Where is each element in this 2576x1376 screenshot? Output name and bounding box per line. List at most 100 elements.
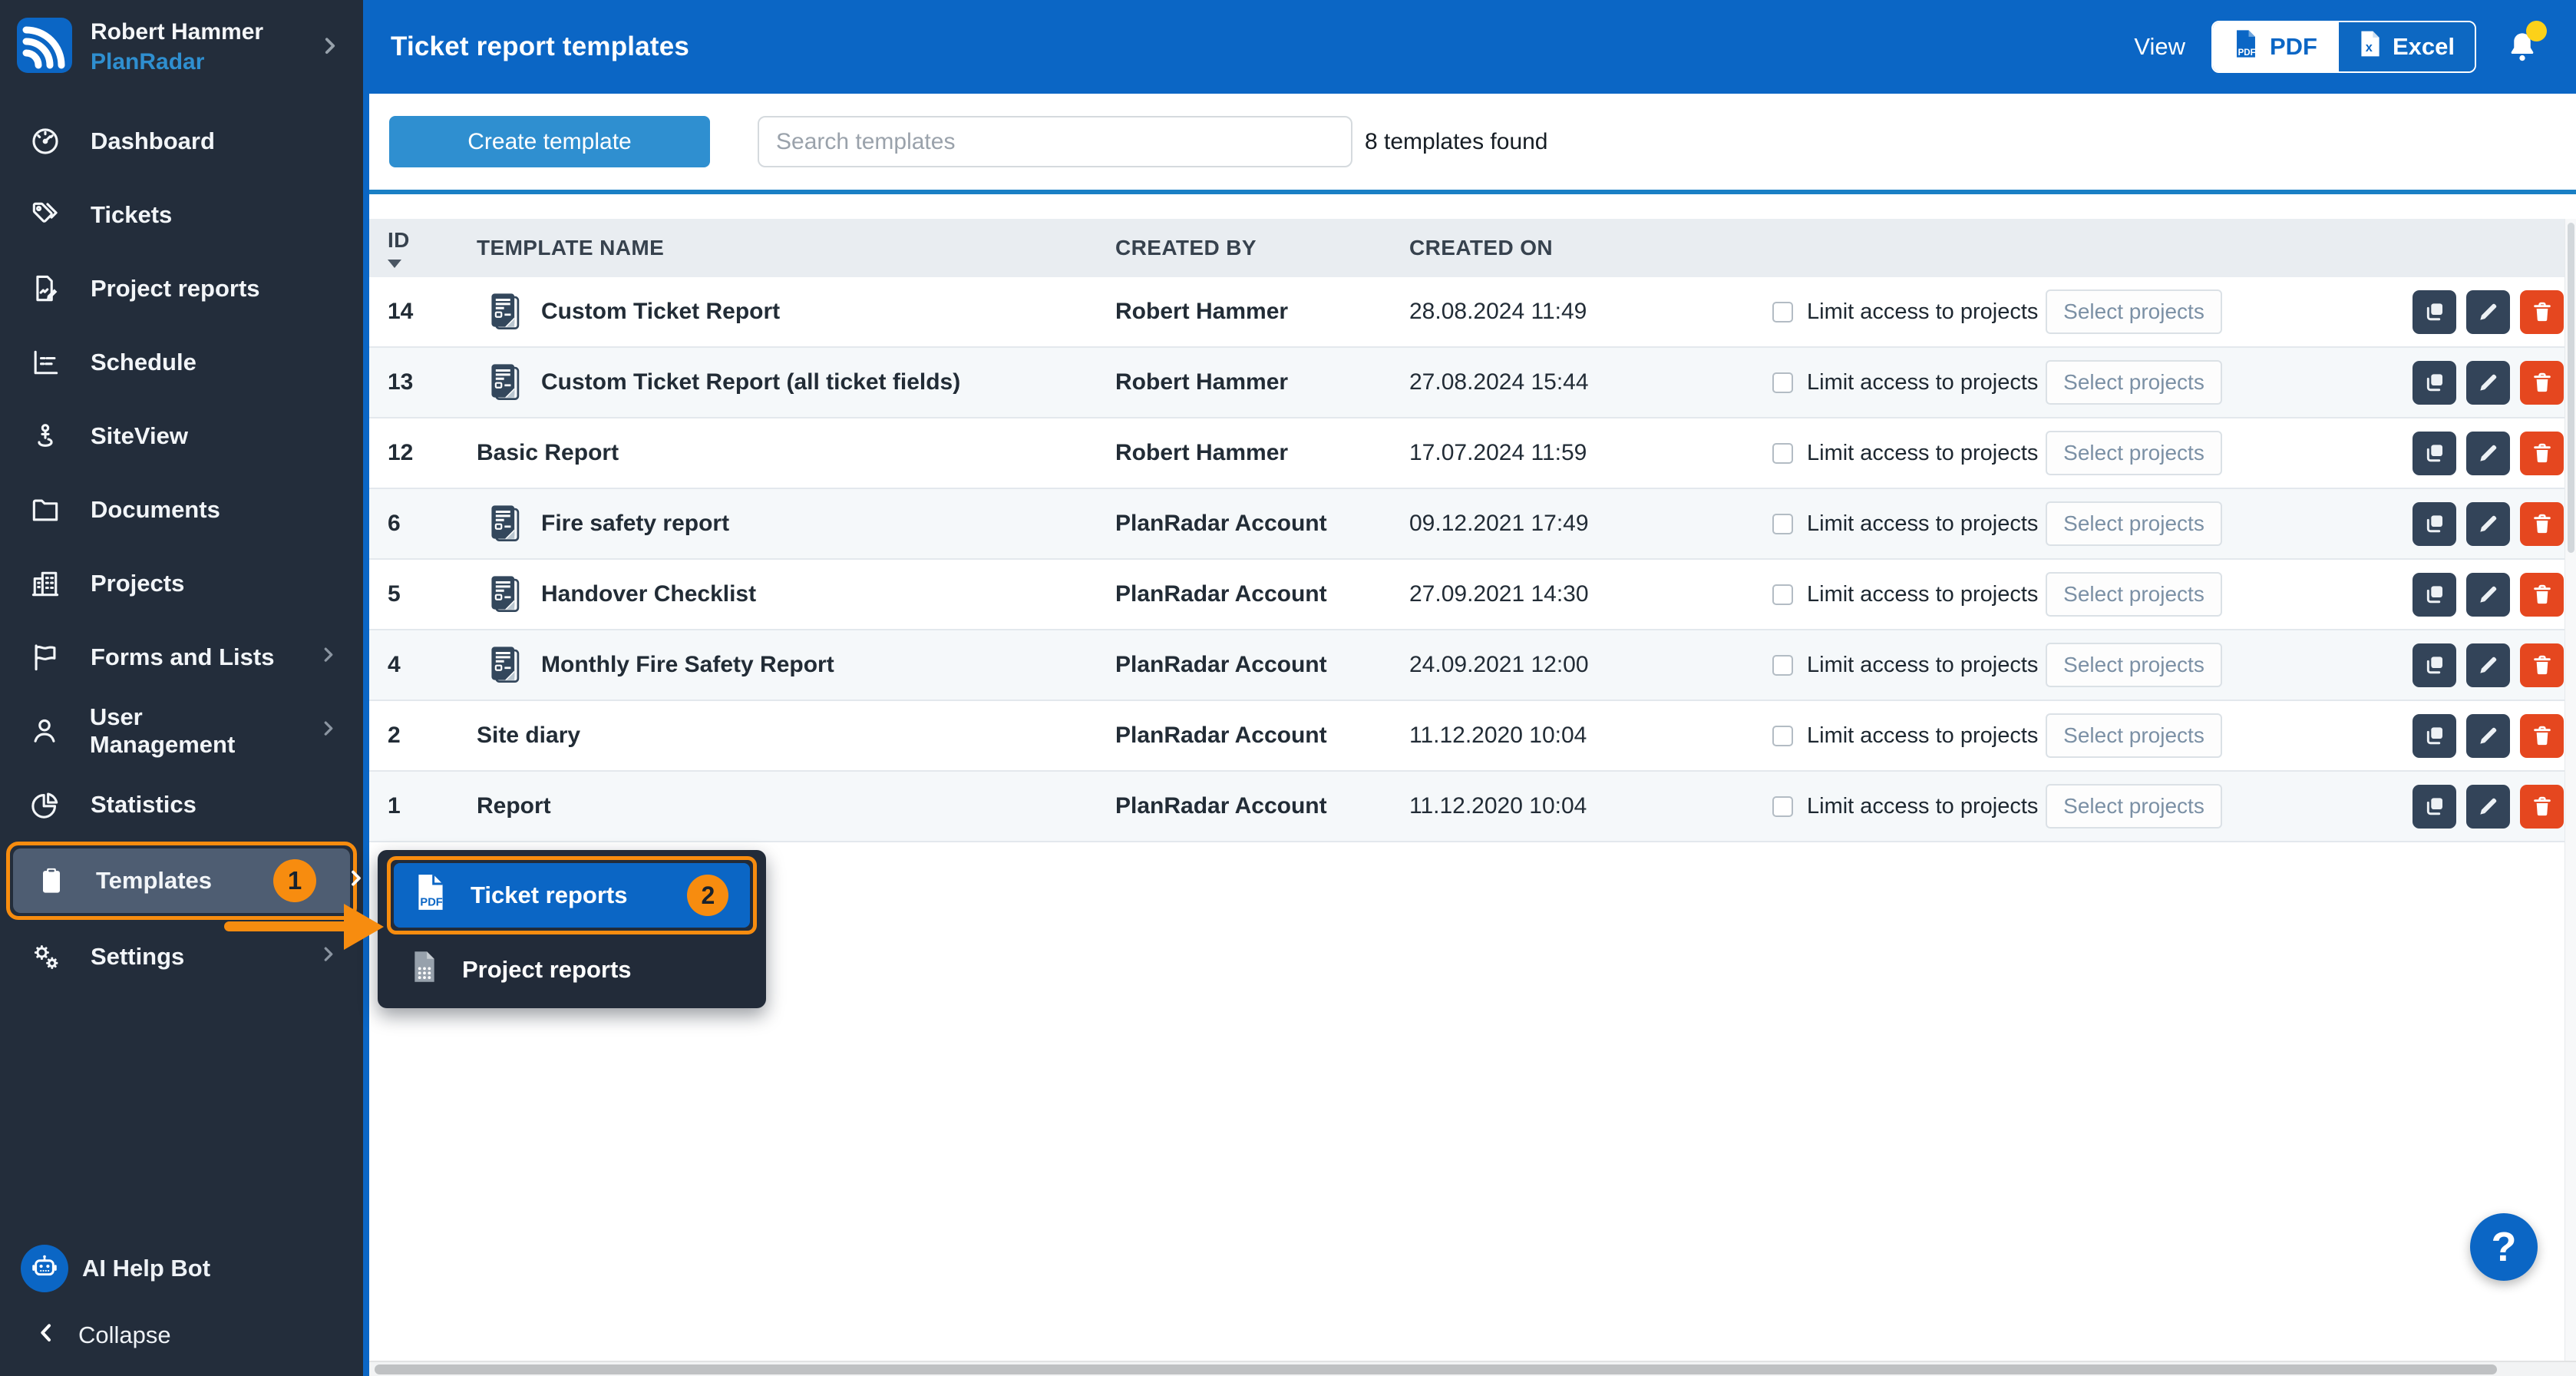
select-projects-button[interactable]: Select projects (2046, 501, 2222, 546)
limit-access-checkbox[interactable] (1772, 302, 1793, 322)
row-id: 12 (369, 440, 477, 466)
edit-button[interactable] (2466, 290, 2510, 334)
trash-icon (2530, 794, 2555, 819)
select-projects-button[interactable]: Select projects (2046, 572, 2222, 617)
table-row: 1 Report PlanRadar Account 11.12.2020 10… (369, 772, 2576, 842)
row-id: 14 (369, 299, 477, 325)
row-id: 4 (369, 652, 477, 678)
select-projects-button[interactable]: Select projects (2046, 431, 2222, 475)
ai-help-bot-button[interactable]: AI Help Bot (0, 1232, 363, 1305)
row-id: 1 (369, 793, 477, 819)
select-projects-button[interactable]: Select projects (2046, 289, 2222, 334)
column-header-created-by[interactable]: CREATED BY (1115, 236, 1409, 260)
duplicate-button[interactable] (2413, 714, 2456, 758)
edit-button[interactable] (2466, 573, 2510, 617)
svg-text:PDF: PDF (2238, 48, 2256, 58)
duplicate-button[interactable] (2413, 502, 2456, 546)
created-on: 11.12.2020 10:04 (1409, 793, 1772, 819)
horizontal-scrollbar[interactable] (369, 1361, 2576, 1376)
table-row: 4 Monthly Fire Safety Report PlanRadar A… (369, 630, 2576, 701)
submenu-item-project-reports[interactable]: Project reports (387, 938, 757, 1002)
sidebar-item-siteview[interactable]: SiteView (0, 399, 363, 473)
duplicate-button[interactable] (2413, 361, 2456, 405)
duplicate-button[interactable] (2413, 785, 2456, 829)
collapse-button[interactable]: Collapse (0, 1305, 363, 1365)
row-id: 2 (369, 723, 477, 749)
delete-button[interactable] (2520, 502, 2564, 546)
duplicate-button[interactable] (2413, 643, 2456, 687)
delete-button[interactable] (2520, 432, 2564, 475)
excel-view-button[interactable]: x Excel (2337, 22, 2475, 71)
sidebar-item-label: Dashboard (91, 127, 215, 155)
delete-button[interactable] (2520, 573, 2564, 617)
help-button[interactable]: ? (2470, 1213, 2538, 1281)
limit-access-checkbox[interactable] (1772, 796, 1793, 817)
duplicate-icon (2422, 653, 2447, 677)
limit-access-label: Limit access to projects (1807, 723, 2038, 749)
select-projects-button[interactable]: Select projects (2046, 360, 2222, 405)
created-on: 17.07.2024 11:59 (1409, 440, 1772, 466)
horizontal-scrollbar-thumb[interactable] (375, 1364, 2497, 1374)
edit-button[interactable] (2466, 432, 2510, 475)
select-projects-button[interactable]: Select projects (2046, 784, 2222, 829)
trash-icon (2530, 441, 2555, 465)
create-template-button[interactable]: Create template (389, 116, 710, 167)
chevron-right-icon (317, 716, 340, 746)
duplicate-icon (2422, 299, 2447, 324)
created-by: PlanRadar Account (1115, 793, 1409, 819)
delete-button[interactable] (2520, 290, 2564, 334)
page-title: Ticket report templates (391, 31, 689, 62)
buildings-icon (28, 567, 63, 600)
trash-icon (2530, 723, 2555, 748)
edit-button[interactable] (2466, 714, 2510, 758)
search-templates-input[interactable] (758, 116, 1352, 167)
sidebar-item-projects[interactable]: Projects (0, 547, 363, 620)
sidebar-item-user-management[interactable]: User Management (0, 694, 363, 768)
delete-button[interactable] (2520, 785, 2564, 829)
sidebar-item-documents[interactable]: Documents (0, 473, 363, 547)
sidebar-item-statistics[interactable]: Statistics (0, 768, 363, 842)
limit-access-checkbox[interactable] (1772, 372, 1793, 393)
template-name: Custom Ticket Report (541, 299, 780, 325)
sidebar-item-templates[interactable]: Templates 1 (13, 848, 350, 913)
pencil-icon (2476, 511, 2501, 536)
limit-access-checkbox[interactable] (1772, 726, 1793, 746)
limit-access-checkbox[interactable] (1772, 443, 1793, 464)
submenu-item-ticket-reports[interactable]: PDF Ticket reports 2 (394, 863, 750, 928)
duplicate-button[interactable] (2413, 573, 2456, 617)
column-header-name[interactable]: TEMPLATE NAME (477, 236, 1115, 260)
top-header: Ticket report templates View PDF PDF x (369, 0, 2576, 94)
limit-access-checkbox[interactable] (1772, 655, 1793, 676)
select-projects-button[interactable]: Select projects (2046, 713, 2222, 758)
duplicate-button[interactable] (2413, 290, 2456, 334)
delete-button[interactable] (2520, 714, 2564, 758)
edit-button[interactable] (2466, 502, 2510, 546)
vertical-scrollbar-thumb[interactable] (2568, 223, 2574, 553)
app-root: Robert Hammer PlanRadar Dashboard (0, 0, 2576, 1376)
pdf-view-button[interactable]: PDF PDF (2213, 22, 2337, 71)
edit-button[interactable] (2466, 785, 2510, 829)
limit-access-checkbox[interactable] (1772, 514, 1793, 534)
column-header-created-on[interactable]: CREATED ON (1409, 236, 1772, 260)
column-header-id[interactable]: ID (369, 219, 477, 277)
sidebar-item-forms-and-lists[interactable]: Forms and Lists (0, 620, 363, 694)
notifications-button[interactable] (2502, 27, 2542, 67)
delete-button[interactable] (2520, 643, 2564, 687)
edit-button[interactable] (2466, 643, 2510, 687)
duplicate-button[interactable] (2413, 432, 2456, 475)
vertical-scrollbar[interactable] (2564, 219, 2576, 1361)
limit-access-checkbox[interactable] (1772, 584, 1793, 605)
sidebar-item-schedule[interactable]: Schedule (0, 326, 363, 399)
edit-button[interactable] (2466, 361, 2510, 405)
created-on: 27.08.2024 15:44 (1409, 369, 1772, 395)
sidebar-item-project-reports[interactable]: Project reports (0, 252, 363, 326)
sidebar-item-label: Project reports (91, 275, 260, 303)
delete-button[interactable] (2520, 361, 2564, 405)
account-switcher[interactable]: Robert Hammer PlanRadar (0, 0, 363, 94)
report-template-icon (489, 293, 521, 331)
sidebar-item-tickets[interactable]: Tickets (0, 178, 363, 252)
pencil-icon (2476, 653, 2501, 677)
select-projects-button[interactable]: Select projects (2046, 643, 2222, 687)
sidebar-item-dashboard[interactable]: Dashboard (0, 104, 363, 178)
pdf-label: PDF (2270, 33, 2317, 61)
